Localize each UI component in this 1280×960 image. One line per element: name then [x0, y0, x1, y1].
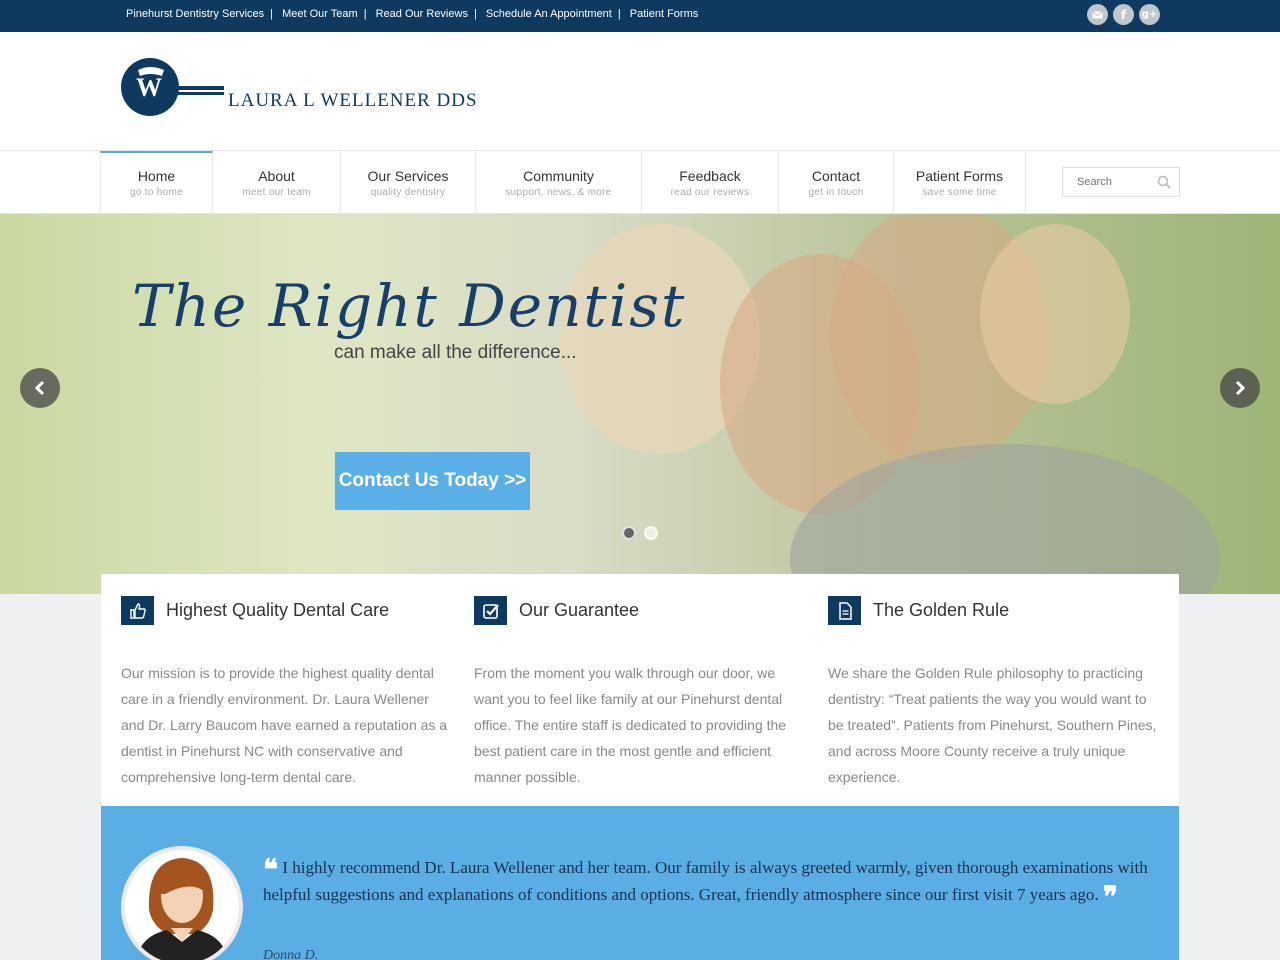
nav-sublabel: quality dentistry	[370, 187, 446, 198]
nav-item-patient-forms[interactable]: Patient Forms save some time	[894, 151, 1026, 214]
open-quote-icon: ❝	[263, 855, 279, 886]
feature-title: The Golden Rule	[873, 600, 1010, 620]
nav-sublabel: read our reviews	[670, 187, 750, 198]
checkbox-icon	[474, 596, 507, 625]
top-links: Pinehurst Dentistry Services | Meet Our T…	[126, 8, 699, 20]
feature-text: Our mission is to provide the highest qu…	[121, 665, 448, 785]
search-box	[1062, 167, 1180, 197]
nav-item-services[interactable]: Our Services quality dentistry	[341, 151, 476, 214]
nav-label: Community	[523, 168, 594, 184]
facebook-icon[interactable]: f	[1113, 4, 1134, 25]
chevron-left-icon	[34, 381, 45, 395]
nav-sublabel: get in touch	[808, 187, 864, 198]
document-icon	[828, 596, 861, 625]
nav-label: Patient Forms	[915, 168, 1004, 184]
nav-sublabel: support, news, & more	[505, 187, 612, 198]
top-link-reviews[interactable]: Read Our Reviews	[376, 8, 468, 20]
testimonial-text: I highly recommend Dr. Laura Wellener an…	[263, 858, 1148, 904]
nav-sublabel: meet our team	[242, 187, 311, 198]
top-link-services[interactable]: Pinehurst Dentistry Services	[126, 8, 264, 20]
avatar	[121, 846, 243, 960]
slider-next-button[interactable]	[1220, 368, 1260, 408]
feature-title: Our Guarantee	[519, 600, 640, 620]
nav-item-home[interactable]: Home go to home	[100, 151, 213, 214]
slider-dots	[622, 526, 658, 540]
hero-photo-son	[980, 224, 1130, 404]
brand-name: LAURA L WELLENER DDS	[228, 90, 478, 111]
testimonial-author: Donna D.	[263, 948, 319, 960]
main-nav: Home go to home About meet our team Our …	[0, 150, 1280, 214]
feature-text: We share the Golden Rule philosophy to p…	[828, 665, 1157, 785]
nav-item-community[interactable]: Community support, news, & more	[476, 151, 642, 214]
email-icon[interactable]	[1087, 4, 1108, 25]
site-header: W LAURA L WELLENER DDS	[0, 32, 1280, 150]
logo-mark: W	[121, 58, 224, 116]
hero-slider: The Right Dentist can make all the diffe…	[0, 214, 1280, 594]
testimonial-quote: ❝ I highly recommend Dr. Laura Wellener …	[263, 855, 1163, 913]
top-link-team[interactable]: Meet Our Team	[282, 8, 358, 20]
nav-item-about[interactable]: About meet our team	[213, 151, 341, 214]
search-input[interactable]	[1063, 168, 1151, 196]
top-link-appointment[interactable]: Schedule An Appointment	[486, 8, 612, 20]
nav-label: Contact	[811, 168, 861, 184]
search-icon[interactable]	[1157, 175, 1171, 189]
thumbs-up-icon	[121, 596, 154, 625]
slider-dot-2[interactable]	[644, 526, 658, 540]
nav-label: Our Services	[367, 168, 449, 184]
nav-label: About	[258, 168, 295, 184]
chevron-right-icon	[1235, 381, 1246, 395]
hero-subline: can make all the difference...	[334, 342, 577, 363]
nav-item-feedback[interactable]: Feedback read our reviews	[642, 151, 779, 214]
feature-text: From the moment you walk through our doo…	[474, 665, 787, 785]
logo-letter: W	[136, 73, 162, 102]
social-icons: f g+	[1087, 4, 1160, 25]
avatar-image	[135, 858, 229, 960]
close-quote-icon: ❞	[1102, 882, 1118, 913]
nav-label: Feedback	[679, 168, 741, 184]
top-link-forms[interactable]: Patient Forms	[630, 8, 698, 20]
slider-prev-button[interactable]	[20, 368, 60, 408]
top-bar: Pinehurst Dentistry Services | Meet Our T…	[0, 0, 1280, 32]
nav-item-contact[interactable]: Contact get in touch	[779, 151, 894, 214]
slider-dot-1[interactable]	[622, 526, 636, 540]
nav-sublabel: save some time	[922, 187, 997, 198]
testimonial-section: ❝ I highly recommend Dr. Laura Wellener …	[101, 806, 1179, 960]
feature-title: Highest Quality Dental Care	[166, 600, 390, 620]
hero-headline: The Right Dentist	[132, 272, 687, 340]
contact-us-button[interactable]: Contact Us Today >>	[335, 452, 530, 510]
nav-sublabel: go to home	[129, 187, 184, 198]
nav-label: Home	[137, 168, 176, 184]
site-logo[interactable]: W LAURA L WELLENER DDS	[120, 56, 477, 120]
features-section: Highest Quality Dental Care Our mission …	[101, 574, 1179, 806]
google-plus-icon[interactable]: g+	[1139, 4, 1160, 25]
